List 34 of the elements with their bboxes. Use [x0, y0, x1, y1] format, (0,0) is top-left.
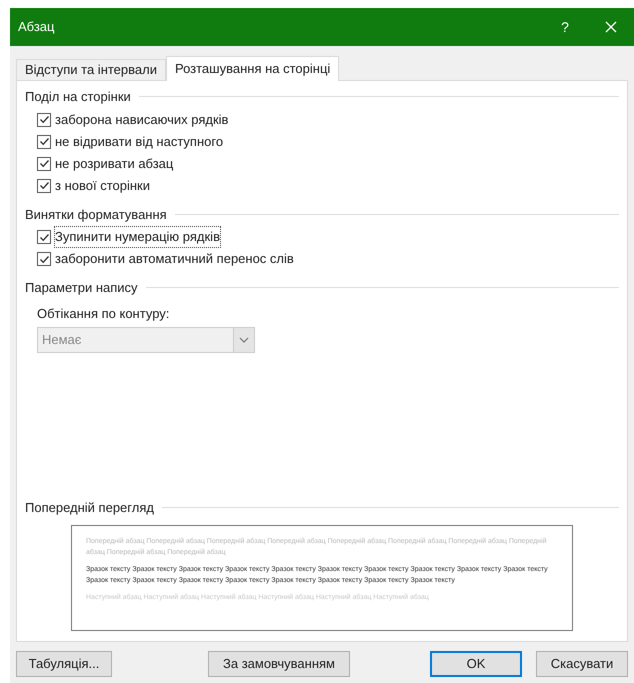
dialog-button[interactable]: Табуляція... — [16, 651, 112, 677]
dialog-button[interactable]: OK — [430, 651, 522, 677]
checkbox-label[interactable]: Зупинити нумерацію рядків — [55, 227, 220, 247]
group-title: Поділ на сторінки — [25, 88, 131, 106]
dialog-button[interactable]: За замовчуванням — [208, 651, 350, 677]
checkbox-label[interactable]: не відривати від наступного — [55, 132, 224, 152]
checkbox[interactable] — [37, 156, 51, 170]
check-icon — [38, 136, 50, 147]
check-icon — [38, 114, 50, 125]
group-title: Винятки форматування — [25, 206, 167, 224]
tab[interactable]: Відступи та інтервали — [16, 59, 166, 80]
checkbox[interactable] — [37, 112, 51, 126]
check-icon — [38, 158, 50, 169]
group-title: Попередній перегляд — [25, 498, 154, 517]
checkbox[interactable] — [37, 134, 51, 148]
checkbox[interactable] — [37, 252, 51, 266]
checkbox[interactable] — [37, 230, 51, 244]
dropdown-value: Немає — [41, 331, 82, 350]
checkbox[interactable] — [37, 178, 51, 192]
checkbox-label[interactable]: заборона нависаючих рядків — [55, 110, 228, 130]
dialog-button[interactable]: Скасувати — [536, 651, 628, 677]
check-icon — [38, 254, 50, 264]
help-button[interactable]: ? — [542, 8, 588, 46]
chevron-down-icon — [239, 337, 249, 343]
check-icon — [38, 232, 50, 242]
check-icon — [38, 180, 50, 191]
window-title: Абзац — [18, 18, 56, 36]
checkbox-label[interactable]: з нової сторінки — [55, 176, 150, 196]
tab[interactable]: Розташування на сторінці — [166, 56, 340, 81]
group-title: Параметри напису — [25, 279, 138, 297]
checkbox-label[interactable]: не розривати абзац — [55, 154, 174, 174]
close-icon — [605, 21, 617, 33]
field-label: Обтікання по контуру: — [37, 304, 170, 323]
checkbox-label[interactable]: заборонити автоматичний перенос слів — [55, 249, 294, 269]
